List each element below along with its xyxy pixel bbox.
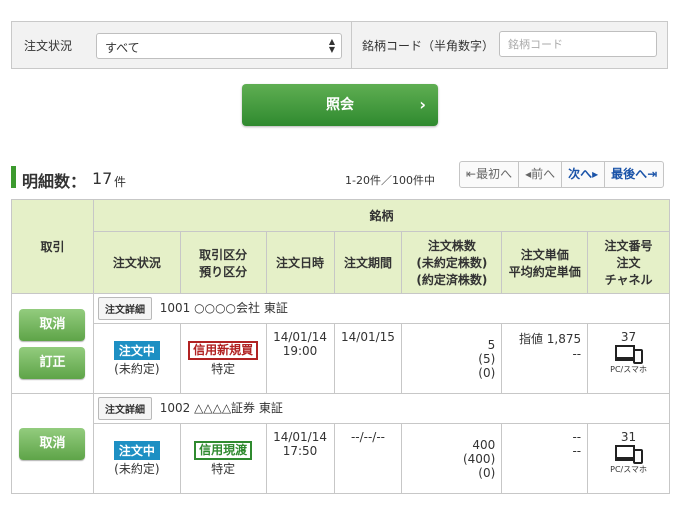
pc-smartphone-icon — [614, 445, 643, 464]
status-cell: 注文中 (未約定) — [92, 423, 181, 494]
filter-bar: 注文状況 すべて ▲ ▼ 銘柄コード（半角数字） — [11, 21, 668, 69]
issue-cell: 注文詳細 1002 △△△△証券 東証 — [92, 393, 671, 424]
header-datetime: 注文日時 — [265, 231, 335, 294]
pager-last[interactable]: 最後へ⇥ — [605, 162, 663, 187]
range-text: 1-20件／100件中 — [345, 174, 435, 187]
order-detail-button[interactable]: 注文詳細 — [97, 397, 152, 420]
order-detail-button[interactable]: 注文詳細 — [97, 297, 152, 320]
issue-name: 1001 ○○○○会社 東証 — [159, 301, 288, 315]
filter-divider — [351, 22, 352, 68]
kubun-cell: 信用新規買 特定 — [179, 323, 267, 394]
count-unit: 件 — [114, 175, 127, 189]
period-cell: 14/01/15 — [333, 323, 403, 394]
azukari: 特定 — [211, 361, 236, 376]
modify-button[interactable]: 訂正 — [19, 346, 86, 379]
channel-label: PC/スマホ — [610, 365, 647, 374]
pager: ⇤最初へ ◂前へ 次へ▸ 最後へ⇥ — [459, 161, 665, 188]
price-cell: -- -- — [501, 423, 589, 494]
table-row: 注文中 (未約定) 信用新規買 特定 14/01/14 19:00 14/01/1… — [12, 323, 670, 394]
orderno-cell: 31 PC/スマホ — [587, 423, 670, 494]
kubun-badge: 信用現渡 — [194, 440, 253, 460]
channel-label: PC/スマホ — [610, 465, 647, 474]
header-qty: 注文株数 (未約定株数) (約定済株数) — [401, 231, 503, 294]
price-cell: 指値 1,875 -- — [501, 323, 589, 394]
header-period: 注文期間 — [333, 231, 403, 294]
count-accent-bar — [11, 166, 16, 188]
orders-table: 取引 銘柄 注文状況 取引区分 預り区分 注文日時 注文期間 注文株数 (未約定株数… — [11, 199, 671, 494]
header-orderno: 注文番号 注文 チャネル — [587, 231, 670, 294]
inquiry-button-label: 照会 — [326, 97, 354, 113]
pager-first[interactable]: ⇤最初へ — [460, 162, 520, 187]
table-row: 注文中 (未約定) 信用現渡 特定 14/01/14 17:50 --/--/--… — [12, 423, 670, 494]
pager-prev[interactable]: ◂前へ — [519, 162, 563, 187]
table-row: 取消 訂正 注文詳細 1001 ○○○○会社 東証 — [11, 293, 671, 394]
header-status: 注文状況 — [92, 231, 181, 294]
status-badge: 注文中 — [113, 340, 160, 360]
order-actions: 取消 訂正 — [11, 293, 94, 394]
orderno-cell: 37 PC/スマホ — [587, 323, 670, 394]
status-select[interactable]: すべて ▲ ▼ — [96, 33, 342, 59]
count-label: 明細数： — [22, 172, 87, 191]
select-arrows-icon: ▲ ▼ — [328, 37, 335, 54]
cancel-button[interactable]: 取消 — [19, 308, 86, 341]
header-meigara: 銘柄 — [92, 199, 671, 232]
status-filter-label: 注文状況 — [24, 39, 73, 53]
header-kubun: 取引区分 預り区分 — [179, 231, 267, 294]
status-sub: (未約定) — [114, 361, 160, 376]
first-icon: ⇤ — [466, 167, 477, 181]
inquiry-button[interactable]: 照会 › — [242, 84, 438, 126]
datetime-cell: 14/01/14 17:50 — [265, 423, 335, 494]
cancel-button[interactable]: 取消 — [19, 427, 86, 460]
status-select-value: すべて — [105, 41, 140, 55]
order-actions: 取消 — [11, 393, 94, 494]
code-input[interactable] — [499, 31, 657, 57]
issue-name: 1002 △△△△証券 東証 — [159, 401, 283, 415]
last-icon: ⇥ — [647, 167, 658, 181]
next-icon: ▸ — [592, 167, 599, 181]
code-label: 銘柄コード（半角数字） — [362, 39, 495, 53]
chevron-right-icon: › — [419, 95, 426, 114]
period-cell: --/--/-- — [333, 423, 403, 494]
qty-cell: 5 (5) (0) — [401, 323, 503, 394]
qty-cell: 400 (400) (0) — [401, 423, 503, 494]
kubun-cell: 信用現渡 特定 — [179, 423, 267, 494]
azukari: 特定 — [211, 461, 236, 476]
status-badge: 注文中 — [113, 440, 160, 460]
status-sub: (未約定) — [114, 461, 160, 476]
issue-cell: 注文詳細 1001 ○○○○会社 東証 — [92, 293, 671, 324]
table-row: 取消 注文詳細 1002 △△△△証券 東証 — [11, 393, 671, 494]
header-torihiki: 取引 — [11, 199, 94, 294]
status-cell: 注文中 (未約定) — [92, 323, 181, 394]
pc-smartphone-icon — [614, 345, 643, 364]
count-value: 17 — [92, 169, 113, 188]
datetime-cell: 14/01/14 19:00 — [265, 323, 335, 394]
header-price: 注文単価 平均約定単価 — [501, 231, 589, 294]
pager-next[interactable]: 次へ▸ — [562, 162, 606, 187]
kubun-badge: 信用新規買 — [188, 340, 259, 360]
